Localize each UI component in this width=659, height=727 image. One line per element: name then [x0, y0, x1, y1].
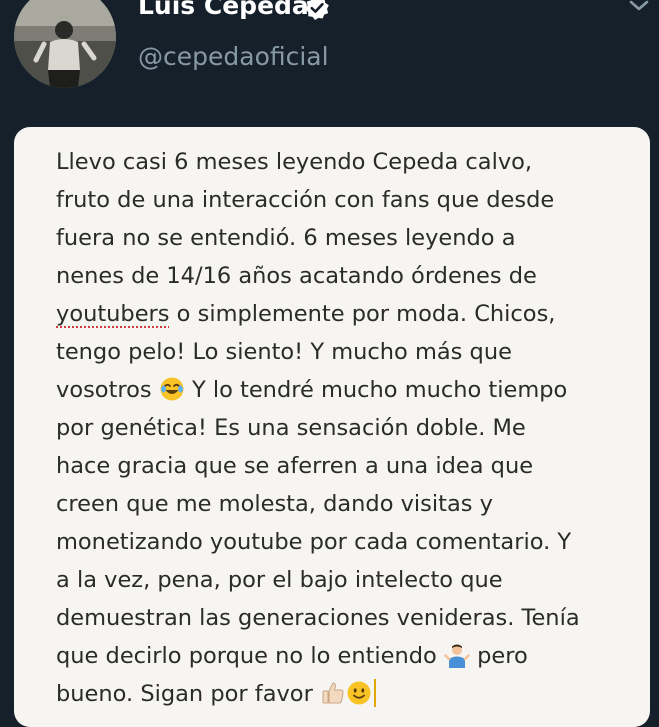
slightly-smiling-face-emoji	[346, 680, 372, 706]
note-line: por genética! Es una sensación doble. Me	[56, 415, 526, 441]
verified-badge-icon	[304, 0, 330, 21]
avatar[interactable]	[14, 0, 116, 88]
note-line-text: que decirlo porque no lo entiendo	[56, 643, 444, 669]
note-line: a la vez, pena, por el bajo intelecto qu…	[56, 567, 503, 593]
note-line: demuestran las generaciones venideras. T…	[56, 605, 580, 631]
note-line: creen que me molesta, dando visitas y	[56, 491, 493, 517]
note-line-text: o simplemente por moda. Chicos,	[169, 301, 556, 327]
note-line: nenes de 14/16 años acatando órdenes de	[56, 263, 537, 289]
notes-screenshot: Llevo casi 6 meses leyendo Cepeda calvo,…	[14, 127, 650, 727]
note-line: fuera no se entendió. 6 meses leyendo a	[56, 225, 516, 251]
note-line: bueno. Sigan por favor	[56, 675, 650, 713]
note-line: Llevo casi 6 meses leyendo Cepeda calvo,	[56, 149, 533, 175]
note-line: monetizando youtube por cada comentario.…	[56, 529, 572, 555]
display-name[interactable]: Luis Cepeda	[138, 0, 309, 20]
note-line-text: bueno. Sigan por favor	[56, 681, 320, 707]
face-with-tears-of-joy-emoji	[159, 376, 185, 402]
note-line: que decirlo porque no lo entiendo pero	[56, 637, 650, 675]
note-line: hace gracia que se aferren a una idea qu…	[56, 453, 534, 479]
note-line: tengo pelo! Lo siento! Y mucho más que	[56, 339, 512, 365]
note-line-text: vosotros	[56, 377, 159, 403]
note-line-text: Y lo tendré mucho mucho tiempo	[184, 377, 568, 403]
note-line-text: pero	[469, 643, 528, 669]
thumbs-up-emoji	[320, 680, 346, 706]
note-line: fruto de una interacción con fans que de…	[56, 187, 555, 213]
person-shrugging-emoji	[444, 642, 470, 668]
chevron-down-icon[interactable]	[626, 0, 652, 16]
note-line: youtubers o simplemente por moda. Chicos…	[56, 295, 650, 333]
misspelled-word: youtubers	[56, 301, 170, 327]
user-handle[interactable]: @cepedaoficial	[138, 42, 329, 71]
note-line: vosotros Y lo tendré mucho mucho tiempo	[56, 371, 650, 409]
text-cursor	[373, 679, 376, 707]
